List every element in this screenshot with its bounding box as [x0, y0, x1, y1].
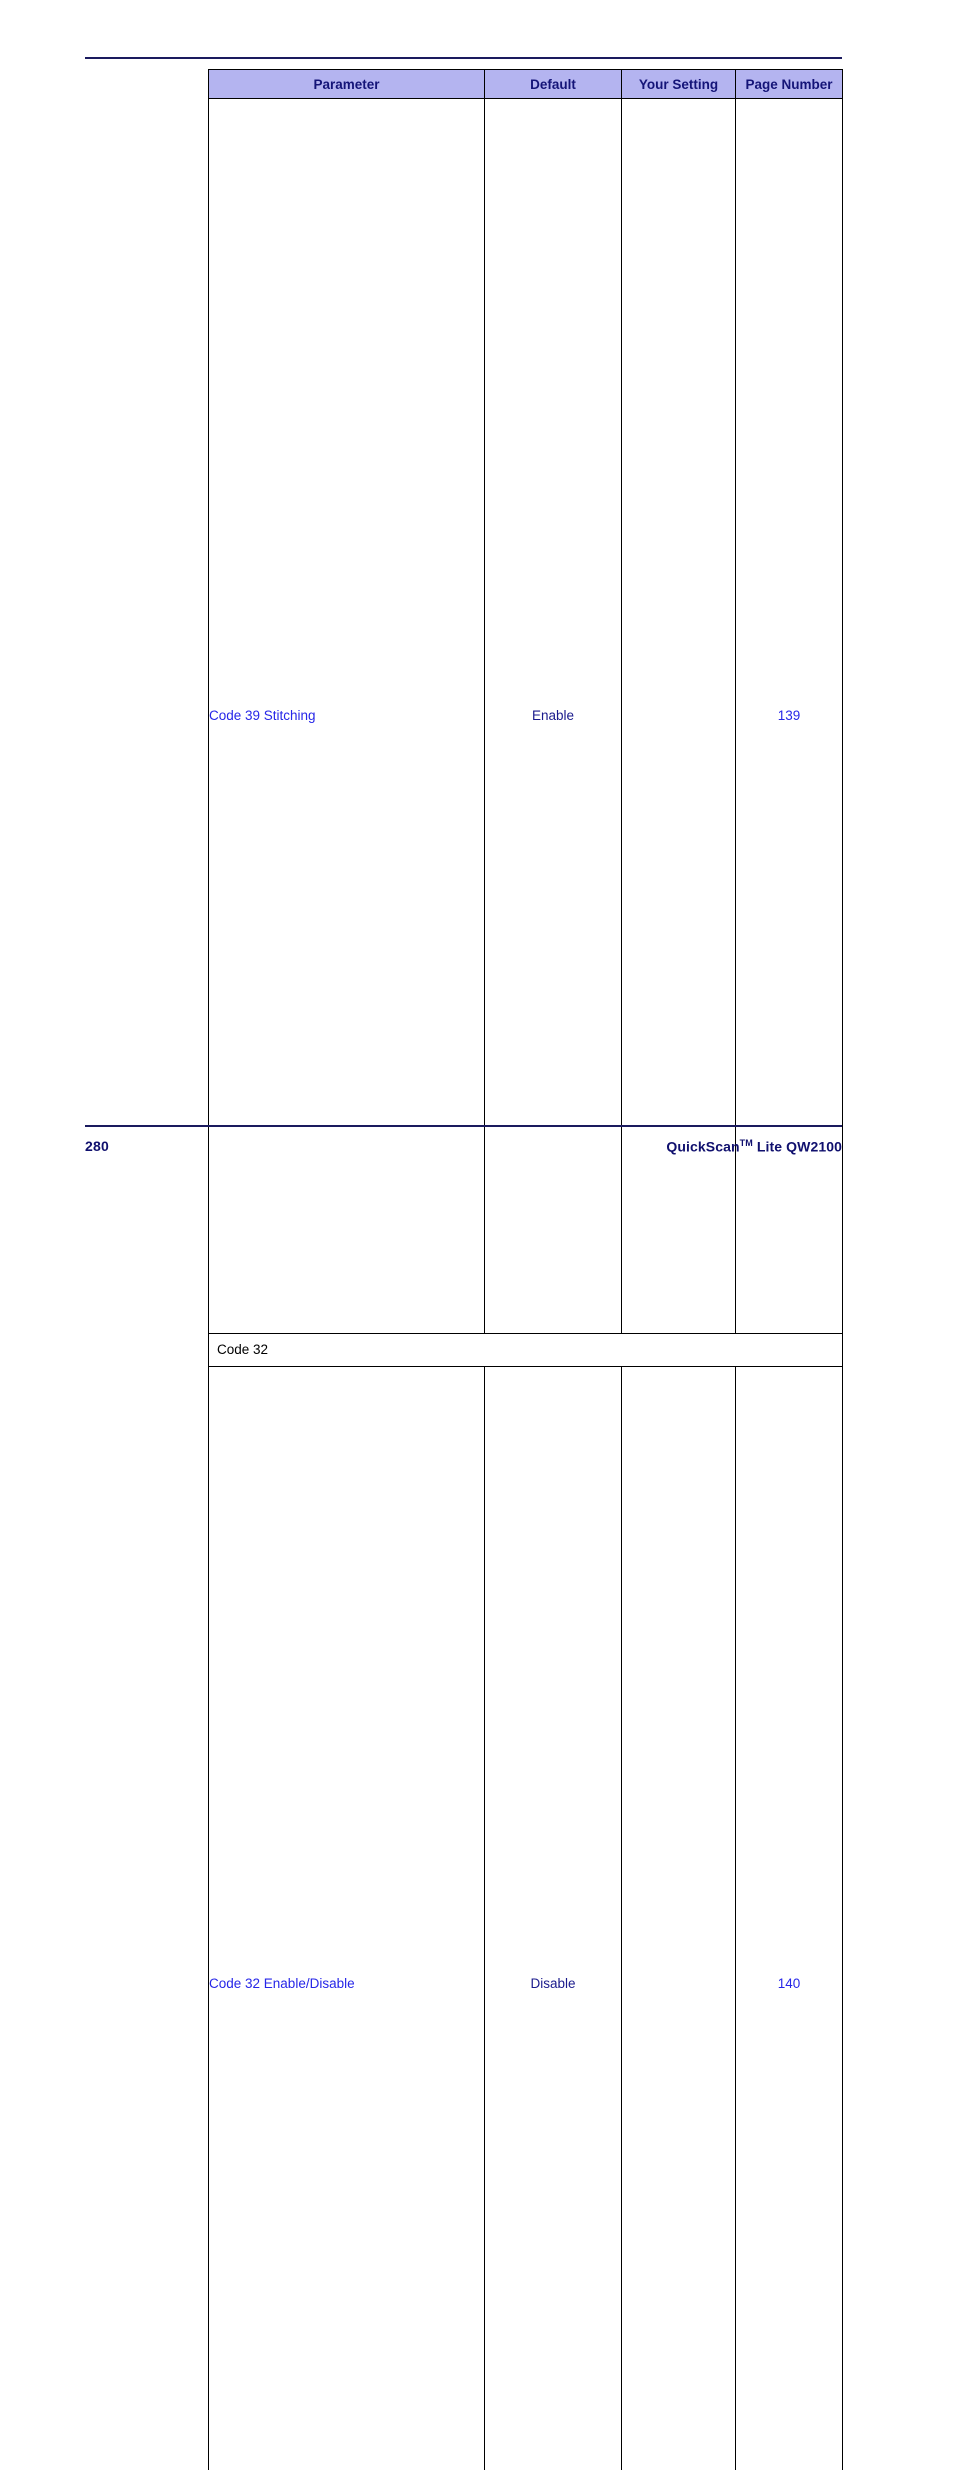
footer-product-name: QuickScanTM Lite QW2100: [666, 1138, 842, 1155]
column-header-parameter: Parameter: [209, 70, 485, 99]
table-row: Code 32 Enable/DisableDisable 140: [209, 1367, 843, 2470]
column-header-your-setting: Your Setting: [622, 70, 736, 99]
default-value: Disable: [485, 1367, 622, 2470]
footer-rule: [85, 1125, 842, 1127]
your-setting-cell[interactable]: [622, 1367, 736, 2470]
footer-page-number: 280: [85, 1138, 109, 1154]
section-heading: Code 32: [209, 1334, 843, 1367]
column-header-page-number: Page Number: [736, 70, 843, 99]
table-section-row: Code 32: [209, 1334, 843, 1367]
page-number-link[interactable]: 140: [736, 1367, 843, 2470]
table-header: Parameter Default Your Setting Page Numb…: [209, 70, 843, 99]
header-rule: [85, 57, 842, 59]
trademark-symbol: TM: [740, 1138, 753, 1148]
parameter-link[interactable]: Code 32 Enable/Disable: [209, 1367, 485, 2470]
column-header-default: Default: [485, 70, 622, 99]
parameter-table-container: Parameter Default Your Setting Page Numb…: [208, 69, 842, 2470]
document-page: Parameter Default Your Setting Page Numb…: [0, 0, 954, 1235]
page-footer: 280 QuickScanTM Lite QW2100: [85, 1136, 842, 1156]
footer-product-model: Lite QW2100: [753, 1138, 842, 1154]
footer-product-label: QuickScan: [666, 1138, 739, 1154]
table-body: Code 39 StitchingEnable139Code 32Code 32…: [209, 99, 843, 2470]
table-header-row: Parameter Default Your Setting Page Numb…: [209, 70, 843, 99]
parameter-defaults-table: Parameter Default Your Setting Page Numb…: [208, 69, 843, 2470]
